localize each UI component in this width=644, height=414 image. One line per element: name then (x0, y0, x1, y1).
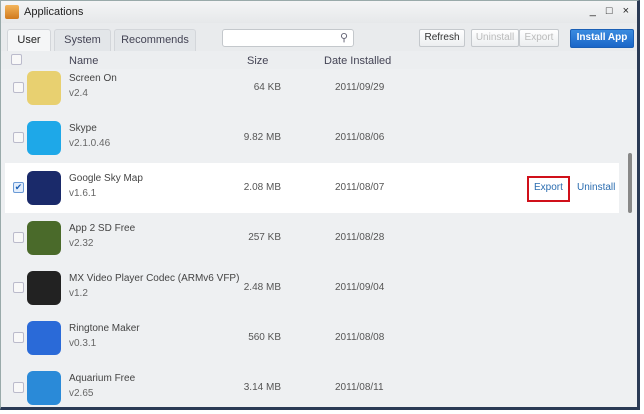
app-size: 257 KB (248, 232, 281, 243)
column-name[interactable]: Name (69, 55, 98, 67)
search-input[interactable]: ⚲ (222, 29, 354, 47)
app-date: 2011/08/11 (335, 382, 384, 393)
app-version: v1.2 (69, 288, 88, 299)
app-date: 2011/08/06 (335, 132, 385, 143)
app-name: Screen On (69, 73, 117, 84)
select-all-checkbox[interactable] (11, 54, 22, 65)
row-checkbox[interactable] (13, 232, 24, 243)
app-size: 560 KB (248, 332, 281, 343)
app-icon (27, 321, 61, 355)
app-icon (27, 171, 61, 205)
app-row[interactable]: Aquarium Free v2.65 3.14 MB 2011/08/11 (5, 363, 619, 407)
app-row[interactable]: Ringtone Maker v0.3.1 560 KB 2011/08/08 (5, 313, 619, 363)
app-name: Google Sky Map (69, 173, 143, 184)
app-version: v1.6.1 (69, 188, 97, 199)
column-size[interactable]: Size (247, 55, 268, 67)
app-row[interactable]: Screen On v2.4 64 KB 2011/09/29 (5, 69, 619, 113)
app-name: MX Video Player Codec (ARMv6 VFP) (69, 273, 240, 284)
app-date: 2011/08/07 (335, 182, 385, 193)
search-icon[interactable]: ⚲ (340, 31, 348, 44)
row-uninstall-link[interactable]: Uninstall (577, 182, 615, 193)
app-size: 9.82 MB (243, 132, 281, 143)
app-name: App 2 SD Free (69, 223, 136, 234)
app-date: 2011/08/28 (335, 232, 385, 243)
tab-user[interactable]: User (7, 29, 51, 51)
app-icon (27, 271, 61, 305)
tab-system[interactable]: System (54, 29, 111, 51)
app-version: v2.32 (69, 238, 94, 249)
app-version: v2.65 (69, 388, 94, 399)
row-checkbox[interactable] (13, 332, 24, 343)
tab-recommends[interactable]: Recommends (114, 29, 196, 51)
app-version: v0.3.1 (69, 338, 97, 349)
app-date: 2011/08/08 (335, 332, 385, 343)
app-row[interactable]: App 2 SD Free v2.32 257 KB 2011/08/28 (5, 213, 619, 263)
maximize-button[interactable]: □ (606, 5, 613, 17)
app-icon (5, 5, 19, 19)
app-icon (27, 121, 61, 155)
row-export-link[interactable]: Export (534, 182, 563, 193)
app-size: 2.08 MB (243, 182, 281, 193)
refresh-button[interactable]: Refresh (419, 29, 465, 47)
column-date[interactable]: Date Installed (324, 55, 391, 67)
app-list: Screen On v2.4 64 KB 2011/09/29 Skype v2… (1, 69, 623, 407)
app-size: 3.14 MB (243, 382, 281, 393)
scrollbar[interactable] (626, 69, 634, 405)
row-checkbox[interactable]: ✔ (13, 182, 24, 193)
install-app-button[interactable]: Install App (570, 29, 634, 48)
app-icon (27, 221, 61, 255)
minimize-button[interactable]: _ (590, 5, 596, 17)
app-version: v2.4 (69, 88, 88, 99)
app-row[interactable]: MX Video Player Codec (ARMv6 VFP) v1.2 2… (5, 263, 619, 313)
app-date: 2011/09/29 (335, 82, 385, 93)
app-version: v2.1.0.46 (69, 138, 111, 149)
app-size: 2.48 MB (243, 282, 281, 293)
app-name: Ringtone Maker (69, 323, 140, 334)
close-button[interactable]: × (623, 5, 629, 17)
app-icon (27, 371, 61, 405)
row-checkbox[interactable] (13, 132, 24, 143)
app-icon (27, 71, 61, 105)
scrollbar-thumb[interactable] (628, 153, 632, 213)
row-checkbox[interactable] (13, 82, 24, 93)
list-header: Name Size Date Installed (1, 51, 637, 69)
title-bar: Applications _ □ × (1, 1, 637, 23)
row-checkbox[interactable] (13, 282, 24, 293)
app-row[interactable]: Skype v2.1.0.46 9.82 MB 2011/08/06 (5, 113, 619, 163)
row-checkbox[interactable] (13, 382, 24, 393)
window-title: Applications (24, 6, 84, 18)
app-name: Aquarium Free (69, 373, 136, 384)
app-name: Skype (69, 123, 97, 134)
export-button[interactable]: Export (519, 29, 559, 47)
app-date: 2011/09/04 (335, 282, 385, 293)
applications-window: Applications _ □ × User System Recommend… (0, 0, 640, 410)
app-row[interactable]: ✔ Google Sky Map v1.6.1 2.08 MB 2011/08/… (5, 163, 619, 213)
uninstall-button[interactable]: Uninstall (471, 29, 519, 47)
app-size: 64 KB (253, 82, 281, 93)
